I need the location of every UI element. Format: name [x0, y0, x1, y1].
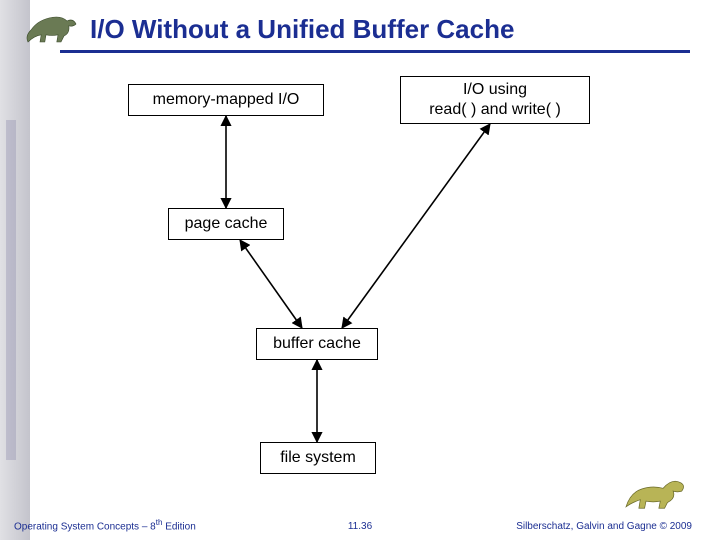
- node-memory-mapped-io: memory-mapped I/O: [128, 84, 324, 116]
- node-page-cache: page cache: [168, 208, 284, 240]
- title-area: I/O Without a Unified Buffer Cache: [90, 14, 690, 45]
- node-label: page cache: [185, 214, 268, 234]
- slide: I/O Without a Unified Buffer Cache memor…: [0, 0, 720, 540]
- footer-page: 11.36: [348, 521, 372, 532]
- left-decor-inner: [6, 120, 16, 460]
- footer: Operating System Concepts – 8th Edition …: [0, 518, 720, 532]
- slide-title: I/O Without a Unified Buffer Cache: [90, 14, 690, 45]
- node-label: buffer cache: [273, 334, 361, 354]
- left-decor-bar: [0, 0, 30, 540]
- node-file-system: file system: [260, 442, 376, 474]
- node-io-read-write: I/O using read( ) and write( ): [400, 76, 590, 124]
- node-label: I/O using read( ) and write( ): [429, 80, 561, 120]
- footer-left: Operating System Concepts – 8th Edition: [14, 518, 196, 532]
- dinosaur-icon: [620, 464, 692, 514]
- footer-book: Operating System Concepts – 8: [14, 521, 156, 532]
- dinosaur-icon: [22, 6, 82, 48]
- footer-edition: Edition: [162, 521, 195, 532]
- node-label: memory-mapped I/O: [153, 90, 300, 110]
- node-label: file system: [280, 448, 356, 468]
- diagram-arrows: [90, 70, 650, 490]
- title-underline: [60, 50, 690, 53]
- node-buffer-cache: buffer cache: [256, 328, 378, 360]
- diagram: memory-mapped I/O I/O using read( ) and …: [90, 70, 650, 490]
- footer-copyright: Silberschatz, Galvin and Gagne © 2009: [516, 521, 692, 532]
